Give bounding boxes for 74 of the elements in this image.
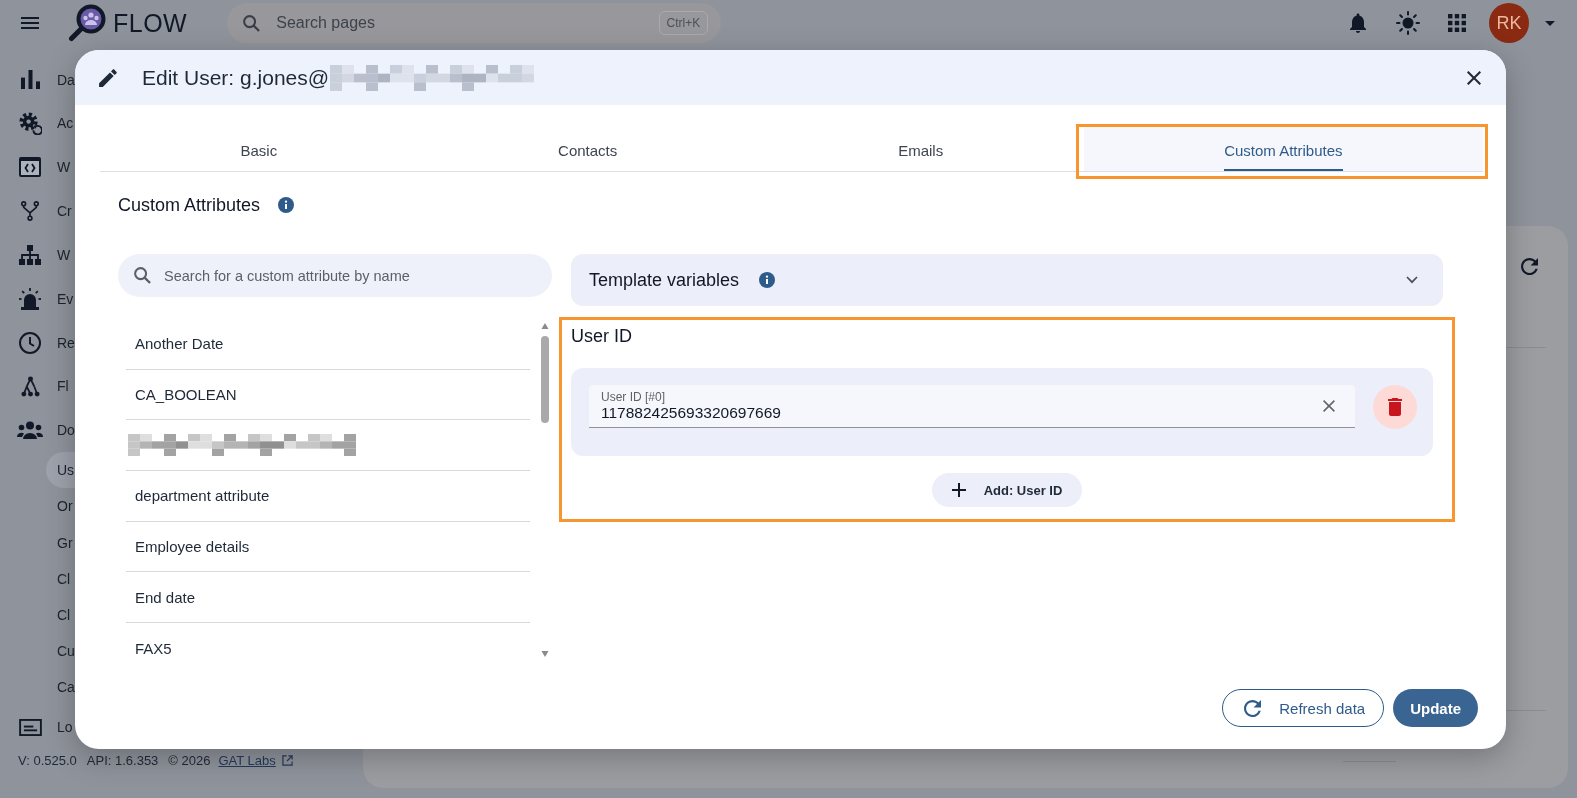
chevron-down-icon <box>1406 276 1418 284</box>
field-label: User ID [#0] <box>601 390 667 404</box>
attribute-item[interactable]: CA_BOOLEAN <box>126 369 530 421</box>
sidebar-item[interactable]: Da <box>0 57 75 102</box>
section-title: Custom Attributes <box>118 194 261 216</box>
org-chart-icon <box>19 244 41 265</box>
people-icon <box>17 421 43 440</box>
sidebar-subitem[interactable]: Cu <box>46 633 75 670</box>
sidebar-subitem[interactable]: Cl <box>46 596 75 634</box>
refresh-icon[interactable] <box>1521 258 1538 275</box>
attribute-item[interactable]: Another Date <box>126 319 530 370</box>
accordion-header[interactable]: Template variables <box>571 254 1443 306</box>
avatar[interactable]: RK <box>1489 3 1529 43</box>
code-window-icon <box>19 157 41 178</box>
search-icon <box>243 14 261 32</box>
branch-icon <box>21 201 39 222</box>
sidebar-item[interactable]: Do <box>0 408 75 453</box>
attribute-item[interactable]: department attribute <box>126 471 530 522</box>
refresh-icon <box>1244 699 1262 717</box>
sidebar-item[interactable]: Ev <box>0 276 75 321</box>
sidebar-subitem[interactable]: Gr <box>46 524 75 561</box>
sidebar-item[interactable]: Re <box>0 320 75 365</box>
apps-grid-icon[interactable] <box>1448 14 1466 32</box>
tab[interactable]: Basic <box>100 125 418 171</box>
card-icon <box>18 718 42 736</box>
info-icon <box>759 272 776 288</box>
bell-icon[interactable] <box>1350 13 1366 33</box>
attribute-item[interactable]: Employee details <box>126 521 530 573</box>
tab[interactable]: Contacts <box>417 125 758 171</box>
tab[interactable]: Emails <box>757 125 1084 171</box>
info-icon[interactable] <box>278 197 295 213</box>
sidebar-subitem[interactable]: Or <box>46 488 75 525</box>
menu-icon[interactable] <box>21 17 39 29</box>
version-text: V: 0.525.0 <box>18 753 77 769</box>
trash-icon <box>1388 398 1402 416</box>
sidebar-item[interactable]: Fl <box>0 364 75 409</box>
shortcut-hint: Ctrl+K <box>658 11 709 35</box>
sun-icon[interactable] <box>1396 11 1420 35</box>
search-icon <box>134 267 151 284</box>
sidebar-item[interactable]: Lo <box>0 705 75 750</box>
network-icon <box>20 375 40 397</box>
delete-button[interactable] <box>1373 385 1417 429</box>
close-icon[interactable] <box>1467 70 1481 85</box>
sidebar-item[interactable]: Cr <box>0 189 75 233</box>
copyright-text: © 2026 <box>168 753 211 769</box>
pencil-icon <box>99 68 117 87</box>
sidebar-subitem[interactable]: Cl <box>46 560 75 597</box>
attribute-title: User ID <box>571 325 633 347</box>
tab[interactable]: Custom Attributes <box>1083 125 1483 171</box>
sidebar-item[interactable]: W <box>0 232 75 277</box>
clear-icon[interactable] <box>1323 400 1335 412</box>
clock-icon <box>19 331 41 354</box>
api-version-text: API: 1.6.353 <box>86 753 159 769</box>
field-value: 117882425693320697669 <box>601 404 781 422</box>
sidebar-item[interactable]: W <box>0 145 75 190</box>
add-button[interactable]: Add: User ID <box>931 473 1083 507</box>
app-name: FLOW <box>113 8 188 38</box>
search-field[interactable]: Search for a custom attribute by name <box>118 254 552 297</box>
company-link[interactable]: GAT Labs <box>218 753 276 769</box>
input-field[interactable]: User ID [#0] 117882425693320697669 <box>589 385 1355 428</box>
caret-icon[interactable] <box>1545 20 1555 26</box>
attribute-item[interactable]: End date <box>126 572 530 624</box>
update-button[interactable]: Update <box>1393 689 1478 727</box>
magnifier-logo-icon <box>68 4 106 42</box>
sidebar-item[interactable]: Ac <box>0 101 75 146</box>
external-link-icon[interactable] <box>281 755 293 767</box>
sidebar-subitem[interactable]: Ca <box>46 669 75 706</box>
bar-chart-icon <box>20 70 40 89</box>
plus-icon <box>951 483 966 497</box>
sidebar-subitem[interactable]: Us <box>46 452 75 489</box>
dialog-title: Edit User: g.jones@ <box>142 65 330 90</box>
gear-icon <box>18 111 42 135</box>
alarm-light-icon <box>19 287 41 310</box>
attribute-item[interactable]: FAX5 <box>126 623 530 663</box>
